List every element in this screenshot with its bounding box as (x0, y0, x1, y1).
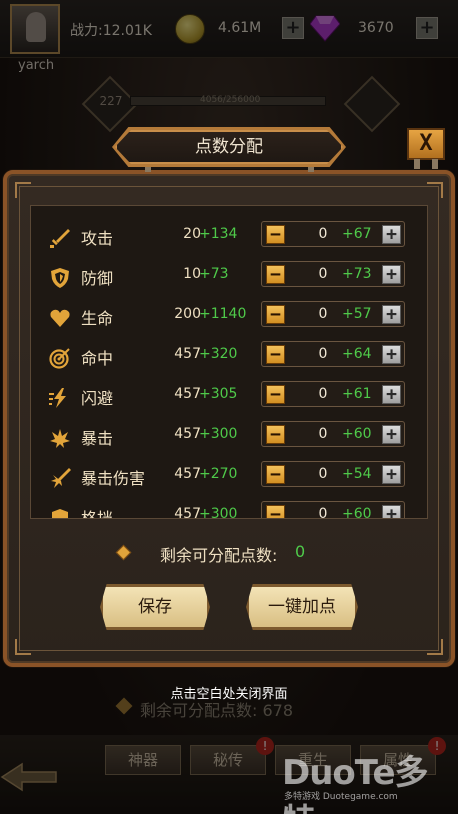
decrease-button[interactable]: − (266, 505, 285, 518)
dodge-icon (49, 388, 66, 408)
alloc-gain: +54 (342, 466, 372, 482)
heart-icon (50, 309, 70, 327)
alloc-value: 0 (318, 466, 328, 482)
stat-name: 暴击伤害 (81, 469, 146, 488)
alloc-gain: +61 (342, 386, 372, 402)
stat-row-dodge: 闪避 457 +305 − 0 +61 + (31, 377, 427, 417)
stat-base: 10 (183, 266, 201, 282)
stat-row-crit-damage: 暴击伤害 457 +270 − 0 +54 + (31, 457, 427, 497)
watermark-subtitle: 多特游戏 Duotegame.com (284, 792, 398, 802)
block-icon (52, 509, 68, 518)
decrease-button[interactable]: − (266, 345, 285, 364)
stat-bonus: +300 (199, 506, 238, 519)
decrease-button[interactable]: − (266, 225, 285, 244)
close-hint: 点击空白处关闭界面 (170, 687, 288, 702)
alloc-stepper: − 0 +61 + (261, 381, 405, 407)
alloc-gain: +73 (342, 266, 372, 282)
crit-icon (50, 429, 70, 448)
stat-bonus: +270 (199, 466, 238, 482)
stat-bonus: +320 (199, 346, 238, 362)
stat-name: 暴击 (81, 429, 114, 448)
remaining-points-label: 剩余可分配点数: (160, 546, 278, 565)
alloc-stepper: − 0 +57 + (261, 301, 405, 327)
stat-base: 457 (174, 346, 201, 362)
decrease-button[interactable]: − (266, 425, 285, 444)
alloc-value: 0 (318, 266, 328, 282)
alloc-stepper: − 0 +54 + (261, 461, 405, 487)
stat-name: 攻击 (81, 229, 114, 248)
frame-corner (15, 182, 31, 198)
stat-row-crit: 暴击 457 +300 − 0 +60 + (31, 417, 427, 457)
alloc-value: 0 (318, 226, 328, 242)
alloc-value: 0 (318, 426, 328, 442)
stat-row-defense: 防御 10 +73 − 0 +73 + (31, 257, 427, 297)
close-button[interactable]: X (407, 128, 445, 160)
increase-button[interactable]: + (382, 345, 401, 364)
target-icon (49, 348, 70, 369)
alloc-gain: +60 (342, 506, 372, 519)
stat-name: 闪避 (81, 389, 114, 408)
stat-row-block: 格挡 457 +300 − 0 +60 + (31, 497, 427, 519)
remaining-points-value: 0 (295, 542, 306, 561)
stats-list[interactable]: 攻击 20 +134 − 0 +67 + 防御 10 +73 − 0 +73 +… (30, 205, 428, 519)
stat-base: 457 (174, 466, 201, 482)
alloc-gain: +64 (342, 346, 372, 362)
alloc-stepper: − 0 +73 + (261, 261, 405, 287)
stat-base: 20 (183, 226, 201, 242)
stat-name: 防御 (81, 269, 114, 288)
increase-button[interactable]: + (382, 225, 401, 244)
stat-bonus: +300 (199, 426, 238, 442)
stat-bonus: +73 (199, 266, 229, 282)
decrease-button[interactable]: − (266, 465, 285, 484)
increase-button[interactable]: + (382, 505, 401, 518)
frame-corner (427, 639, 443, 655)
stat-name: 命中 (81, 349, 114, 368)
alloc-gain: +57 (342, 306, 372, 322)
stat-name: 生命 (81, 309, 114, 328)
watermark-logo: DuoTe多特 多特游戏 Duotegame.com (282, 745, 458, 814)
sword-icon (50, 229, 70, 248)
alloc-stepper: − 0 +64 + (261, 341, 405, 367)
stat-row-accuracy: 命中 457 +320 − 0 +64 + (31, 337, 427, 377)
increase-button[interactable]: + (382, 265, 401, 284)
stat-base: 457 (174, 426, 201, 442)
auto-allocate-button[interactable]: 一键加点 (246, 584, 358, 630)
alloc-stepper: − 0 +67 + (261, 221, 405, 247)
stat-bonus: +305 (199, 386, 238, 402)
decrease-button[interactable]: − (266, 385, 285, 404)
close-hanger (414, 159, 420, 169)
alloc-gain: +60 (342, 426, 372, 442)
alloc-stepper: − 0 +60 + (261, 421, 405, 447)
increase-button[interactable]: + (382, 465, 401, 484)
stat-base: 457 (174, 506, 201, 519)
increase-button[interactable]: + (382, 425, 401, 444)
alloc-gain: +67 (342, 226, 372, 242)
close-hanger (432, 159, 438, 169)
stat-base: 200 (174, 306, 201, 322)
stat-row-health: 生命 200 +1140 − 0 +57 + (31, 297, 427, 337)
stat-row-attack: 攻击 20 +134 − 0 +67 + (31, 217, 427, 257)
stat-base: 457 (174, 386, 201, 402)
alloc-value: 0 (318, 306, 328, 322)
decrease-button[interactable]: − (266, 265, 285, 284)
crit-damage-icon (51, 468, 71, 488)
save-button[interactable]: 保存 (100, 584, 210, 630)
dialog-title: 点数分配 (195, 137, 263, 157)
alloc-stepper: − 0 +60 + (261, 501, 405, 519)
alloc-value: 0 (318, 386, 328, 402)
stat-bonus: +134 (199, 226, 238, 242)
increase-button[interactable]: + (382, 305, 401, 324)
stat-bonus: +1140 (199, 306, 247, 322)
watermark-brand: DuoTe多特 (282, 753, 429, 814)
frame-corner (15, 639, 31, 655)
alloc-value: 0 (318, 346, 328, 362)
alloc-value: 0 (318, 506, 328, 519)
frame-corner (427, 182, 443, 198)
decrease-button[interactable]: − (266, 305, 285, 324)
stat-name: 格挡 (81, 509, 114, 519)
shield-icon (51, 268, 69, 288)
increase-button[interactable]: + (382, 385, 401, 404)
